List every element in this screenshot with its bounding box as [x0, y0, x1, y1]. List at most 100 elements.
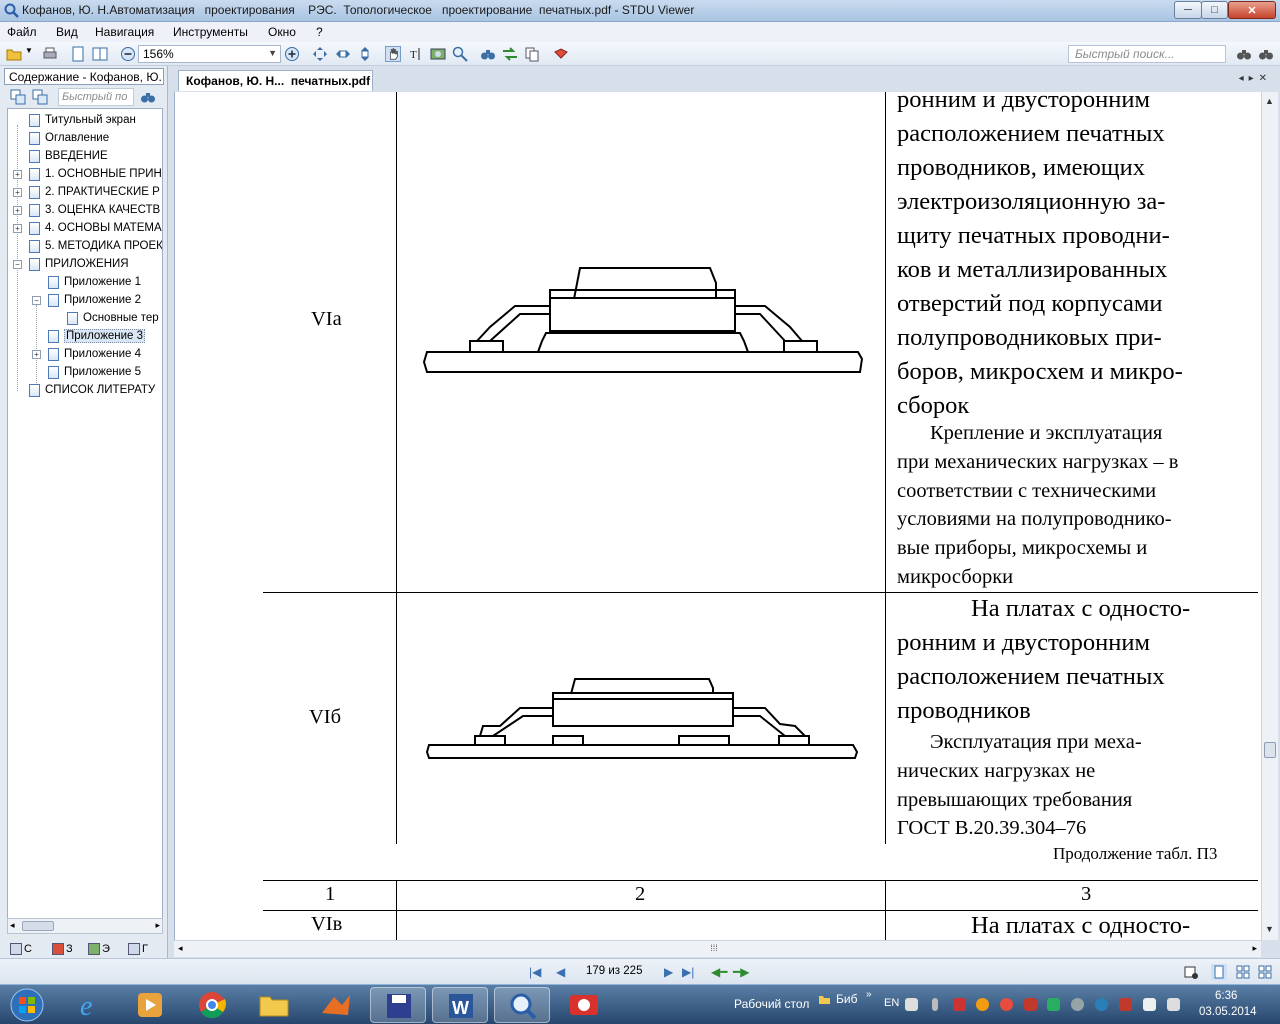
page-settings-icon[interactable]	[1183, 964, 1199, 980]
open-folder-icon[interactable]	[6, 46, 22, 62]
scroll-thumb[interactable]	[22, 921, 54, 931]
menu-navigation[interactable]: Навигация	[95, 25, 154, 39]
language-indicator[interactable]: EN	[884, 997, 899, 1009]
tab-contents[interactable]: С	[10, 940, 32, 958]
continuous-view-icon[interactable]	[1257, 964, 1273, 980]
history-back-icon[interactable]: ◀━	[711, 965, 727, 979]
minimize-button[interactable]: ─	[1174, 1, 1202, 19]
snapshot-icon[interactable]	[430, 46, 446, 62]
scroll-up-icon[interactable]: ▲	[1265, 96, 1274, 106]
scroll-right-icon[interactable]: ▸	[155, 920, 160, 931]
tree-item-contents[interactable]: Оглавление	[29, 129, 109, 147]
history-forward-icon[interactable]: ━▶	[733, 965, 749, 979]
document-tab[interactable]: Кофанов, Ю. Н... печатных.pdf	[178, 70, 373, 91]
next-page-icon[interactable]: ▶	[664, 965, 673, 979]
contents-panel-header[interactable]: Содержание - Кофанов, Ю. Н	[4, 68, 164, 85]
tray-app-icon[interactable]	[953, 998, 966, 1011]
menu-help[interactable]: ?	[316, 25, 323, 39]
expand-icon[interactable]: +	[13, 206, 22, 215]
tree-item-appendix-3[interactable]: Приложение 3	[48, 327, 146, 345]
expand-icon[interactable]: +	[13, 170, 22, 179]
last-page-icon[interactable]: ▶|	[682, 965, 694, 979]
find-icon[interactable]	[480, 46, 496, 62]
library-toolbar-label[interactable]: Биб	[836, 992, 857, 1006]
previous-page-icon[interactable]: ◀	[556, 965, 565, 979]
select-text-icon[interactable]: T	[408, 46, 424, 62]
chrome-icon[interactable]	[184, 987, 240, 1023]
collapse-all-icon[interactable]	[32, 89, 48, 105]
clock-date[interactable]: 03.05.2014	[1199, 1006, 1257, 1018]
tree-item-appendix-5[interactable]: Приложение 5	[48, 363, 141, 381]
single-page-view-icon[interactable]	[1211, 964, 1227, 980]
menu-tools[interactable]: Инструменты	[173, 25, 248, 39]
library-folder-icon[interactable]	[818, 993, 831, 1006]
keyboard-layout-icon[interactable]	[905, 998, 918, 1011]
two-page-icon[interactable]	[92, 46, 108, 62]
search-options-icon[interactable]	[1258, 46, 1274, 62]
power-icon[interactable]	[1167, 998, 1180, 1011]
bookmark-icon[interactable]	[553, 46, 569, 62]
tree-item-chapter-1[interactable]: 1. ОСНОВНЫЕ ПРИН	[29, 165, 162, 183]
contents-horizontal-scrollbar[interactable]: ◂ ▸	[7, 918, 163, 934]
zoom-level-select[interactable]: 156% ▼	[138, 45, 281, 63]
first-page-icon[interactable]: |◀	[529, 965, 541, 979]
expand-all-icon[interactable]	[10, 89, 26, 105]
expand-icon[interactable]: +	[13, 188, 22, 197]
tree-item-chapter-2[interactable]: 2. ПРАКТИЧЕСКИЕ Р	[29, 183, 160, 201]
toolbar-overflow-icon[interactable]: »	[866, 989, 872, 1000]
tray-app-icon[interactable]	[1095, 998, 1108, 1011]
grid-view-icon[interactable]	[1235, 964, 1251, 980]
page-indicator[interactable]: 179 из 225	[586, 965, 642, 977]
document-horizontal-scrollbar[interactable]: ◂ ⁞⁞⁞ ▸	[174, 940, 1261, 957]
windows-start-icon[interactable]	[6, 985, 48, 1024]
single-page-icon[interactable]	[70, 46, 86, 62]
tree-item-chapter-3[interactable]: 3. ОЦЕНКА КАЧЕСТВ	[29, 201, 160, 219]
tab-navigation-icons[interactable]: ◂▸✕	[1239, 73, 1272, 84]
scroll-right-icon[interactable]: ▸	[1252, 943, 1257, 954]
menu-view[interactable]: Вид	[56, 25, 78, 39]
file-explorer-icon[interactable]	[246, 987, 302, 1023]
zoom-in-icon[interactable]	[284, 46, 300, 62]
document-viewport[interactable]: VIа ронним и двусторонним расположением …	[174, 92, 1261, 940]
fit-page-icon[interactable]	[312, 46, 328, 62]
matlab-icon[interactable]	[308, 987, 364, 1023]
scroll-left-icon[interactable]: ◂	[178, 943, 183, 954]
menu-window[interactable]: Окно	[268, 25, 296, 39]
contents-find-icon[interactable]	[140, 89, 156, 105]
tray-app-icon[interactable]	[1071, 998, 1084, 1011]
expand-icon[interactable]: +	[13, 224, 22, 233]
magnifier-icon[interactable]	[452, 46, 468, 62]
tab-search[interactable]: Г	[128, 940, 148, 958]
copy-icon[interactable]	[524, 46, 540, 62]
tray-app-icon[interactable]	[1024, 998, 1037, 1011]
open-dropdown-icon[interactable]: ▼	[25, 46, 41, 62]
print-icon[interactable]	[42, 46, 58, 62]
tree-item-appendix-2[interactable]: Приложение 2	[48, 291, 141, 309]
expand-icon[interactable]: +	[32, 350, 41, 359]
scroll-thumb[interactable]	[1264, 742, 1276, 758]
desktop-toolbar-label[interactable]: Рабочий стол	[734, 997, 809, 1011]
document-vertical-scrollbar[interactable]: ▲ ▼	[1261, 92, 1278, 940]
tree-item-title-screen[interactable]: Титульный экран	[29, 111, 136, 129]
clock-time[interactable]: 6:36	[1215, 990, 1237, 1002]
scroll-down-icon[interactable]: ▼	[1265, 924, 1274, 934]
tab-bookmarks[interactable]: З	[52, 940, 73, 958]
collapse-icon[interactable]: −	[32, 296, 41, 305]
fit-width-icon[interactable]	[335, 46, 351, 62]
red-app-icon[interactable]	[556, 987, 612, 1023]
stdu-viewer-icon[interactable]	[494, 987, 550, 1023]
search-binoculars-icon[interactable]	[1236, 46, 1252, 62]
back-forward-icon[interactable]	[502, 46, 518, 62]
scroll-left-icon[interactable]: ◂	[10, 920, 15, 931]
tab-thumbnails[interactable]: Э	[88, 940, 110, 958]
contents-search-input[interactable]: Быстрый по	[58, 88, 134, 106]
fit-height-icon[interactable]	[357, 46, 373, 62]
tree-item-appendices[interactable]: ПРИЛОЖЕНИЯ	[29, 255, 129, 273]
quick-search-input[interactable]: Быстрый поиск...	[1068, 45, 1226, 63]
tree-item-basic-terms[interactable]: Основные тер	[67, 309, 159, 327]
menu-file[interactable]: Файл	[7, 25, 37, 39]
volume-icon[interactable]	[1143, 998, 1156, 1011]
tree-item-chapter-5[interactable]: 5. МЕТОДИКА ПРОЕК	[29, 237, 162, 255]
save-app-icon[interactable]	[370, 987, 426, 1023]
tree-item-appendix-4[interactable]: Приложение 4	[48, 345, 141, 363]
